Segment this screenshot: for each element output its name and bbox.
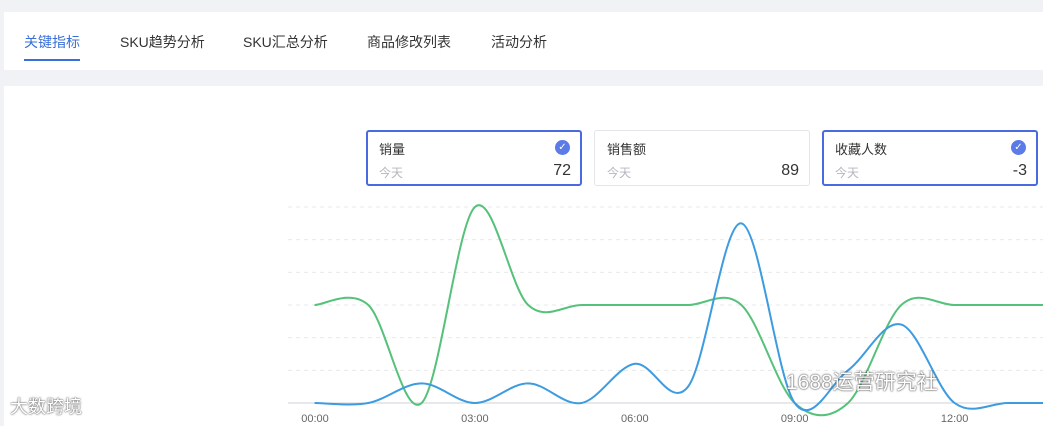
data-point <box>1007 402 1009 404</box>
x-axis-ticks: 00:00 03:00 06:00 09:00 12:00 <box>301 413 968 425</box>
data-point <box>1007 304 1009 306</box>
watermark-right: 1688运营研究社 <box>786 371 938 394</box>
data-point <box>367 402 370 404</box>
x-tick-label: 06:00 <box>621 413 649 425</box>
data-point <box>793 402 796 404</box>
data-point <box>634 363 636 365</box>
x-tick-label: 03:00 <box>461 413 489 425</box>
watermark-left: 大数跨境 <box>10 397 82 417</box>
data-point <box>900 323 903 326</box>
data-point <box>580 304 583 306</box>
data-point <box>367 304 370 306</box>
trend-line-chart: 00:00 03:00 06:00 09:00 12:00 <box>288 204 1043 425</box>
data-point <box>474 402 476 404</box>
data-point <box>847 402 849 404</box>
data-point <box>953 304 956 306</box>
data-point <box>687 304 689 306</box>
data-point <box>687 385 689 388</box>
data-point <box>634 304 636 306</box>
data-point <box>474 206 476 208</box>
data-point <box>420 402 423 404</box>
data-point <box>527 304 529 306</box>
x-tick-label: 00:00 <box>301 413 329 425</box>
data-point <box>740 222 743 225</box>
x-tick-label: 09:00 <box>781 413 809 425</box>
data-point <box>420 382 423 385</box>
data-point <box>953 402 956 404</box>
data-point <box>900 304 903 306</box>
data-point <box>314 402 316 404</box>
x-tick-label: 12:00 <box>941 413 969 425</box>
data-point <box>740 304 743 306</box>
data-point <box>314 304 316 306</box>
data-point <box>527 382 529 385</box>
data-point <box>580 402 583 404</box>
